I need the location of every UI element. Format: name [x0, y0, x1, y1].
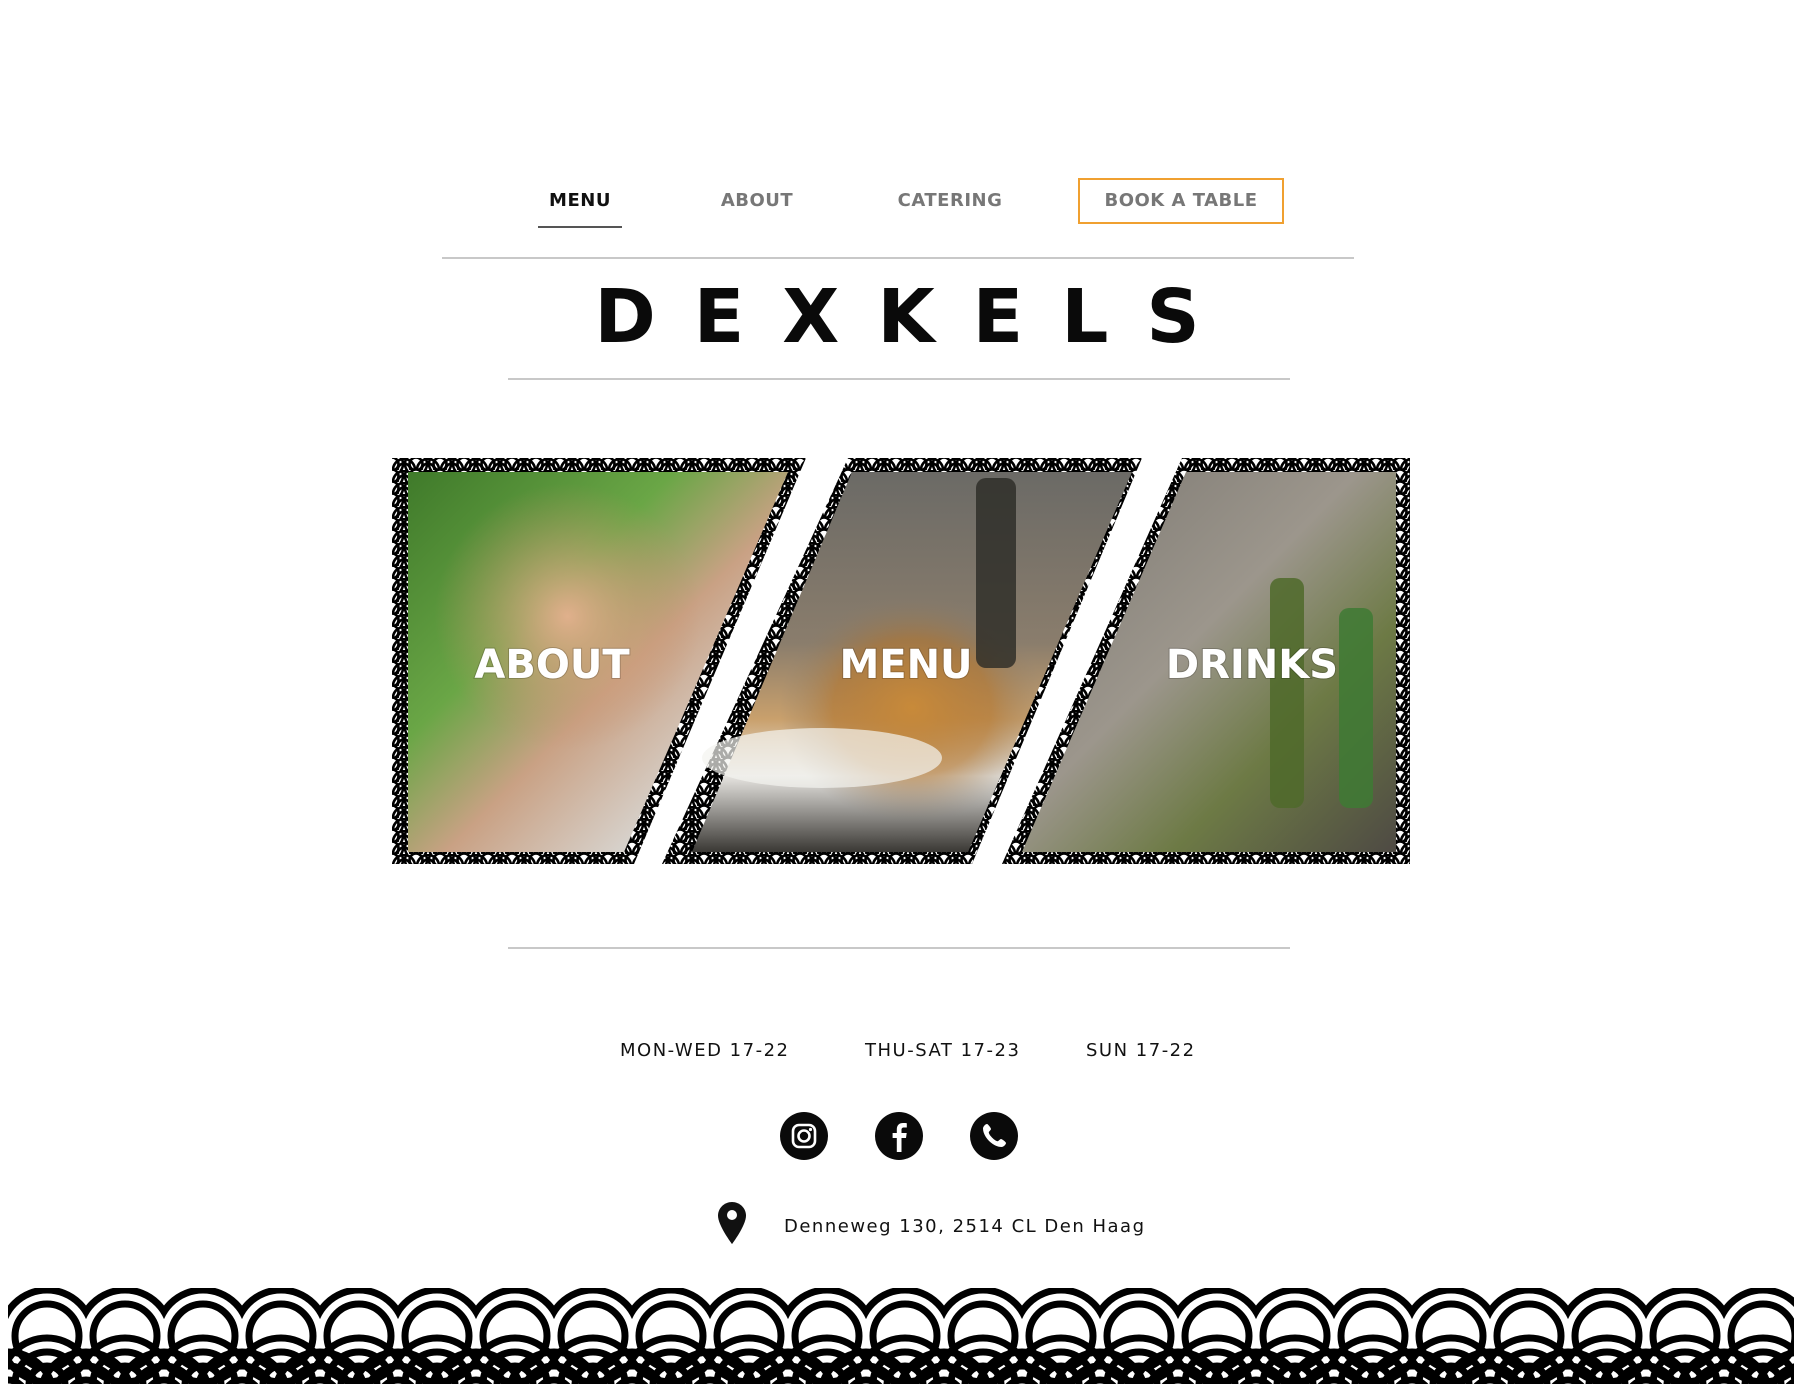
facebook-icon[interactable]	[875, 1112, 923, 1160]
tile-menu-label[interactable]: MENU	[838, 641, 973, 689]
location-pin-icon	[718, 1202, 746, 1244]
hero-graphic: ABOUT MENU DRINKS	[392, 458, 1410, 864]
logo-divider	[508, 378, 1290, 380]
nav-about[interactable]: ABOUT	[712, 178, 802, 224]
footer-wave-graphic	[8, 1288, 1794, 1384]
phone-icon[interactable]	[970, 1112, 1018, 1160]
hours-mon-wed: MON-WED 17-22	[620, 1040, 790, 1061]
hours-sun: SUN 17-22	[1086, 1040, 1196, 1061]
book-a-table-button[interactable]: BOOK A TABLE	[1078, 178, 1284, 224]
nav-menu[interactable]: MENU	[538, 178, 622, 228]
address-text[interactable]: Denneweg 130, 2514 CL Den Haag	[784, 1216, 1146, 1237]
nav-catering[interactable]: CATERING	[890, 178, 1010, 224]
tile-drinks-label[interactable]: DRINKS	[1165, 641, 1339, 689]
site-logo[interactable]: DEXKELS	[0, 272, 1794, 362]
tile-about-label[interactable]: ABOUT	[473, 641, 631, 689]
instagram-icon[interactable]	[780, 1112, 828, 1160]
footer-wave-pattern	[8, 1288, 1794, 1384]
hero-tiles: ABOUT MENU DRINKS	[392, 458, 1410, 864]
hours-thu-sat: THU-SAT 17-23	[865, 1040, 1021, 1061]
nav-divider	[442, 257, 1354, 259]
social-links	[0, 1112, 1794, 1160]
main-nav: MENU ABOUT CATERING BOOK A TABLE	[0, 178, 1794, 228]
opening-hours: MON-WED 17-22 THU-SAT 17-23 SUN 17-22	[0, 1040, 1794, 1070]
hero-divider	[508, 947, 1290, 949]
book-a-table-label: BOOK A TABLE	[1104, 190, 1258, 211]
address: Denneweg 130, 2514 CL Den Haag	[0, 1202, 1794, 1246]
